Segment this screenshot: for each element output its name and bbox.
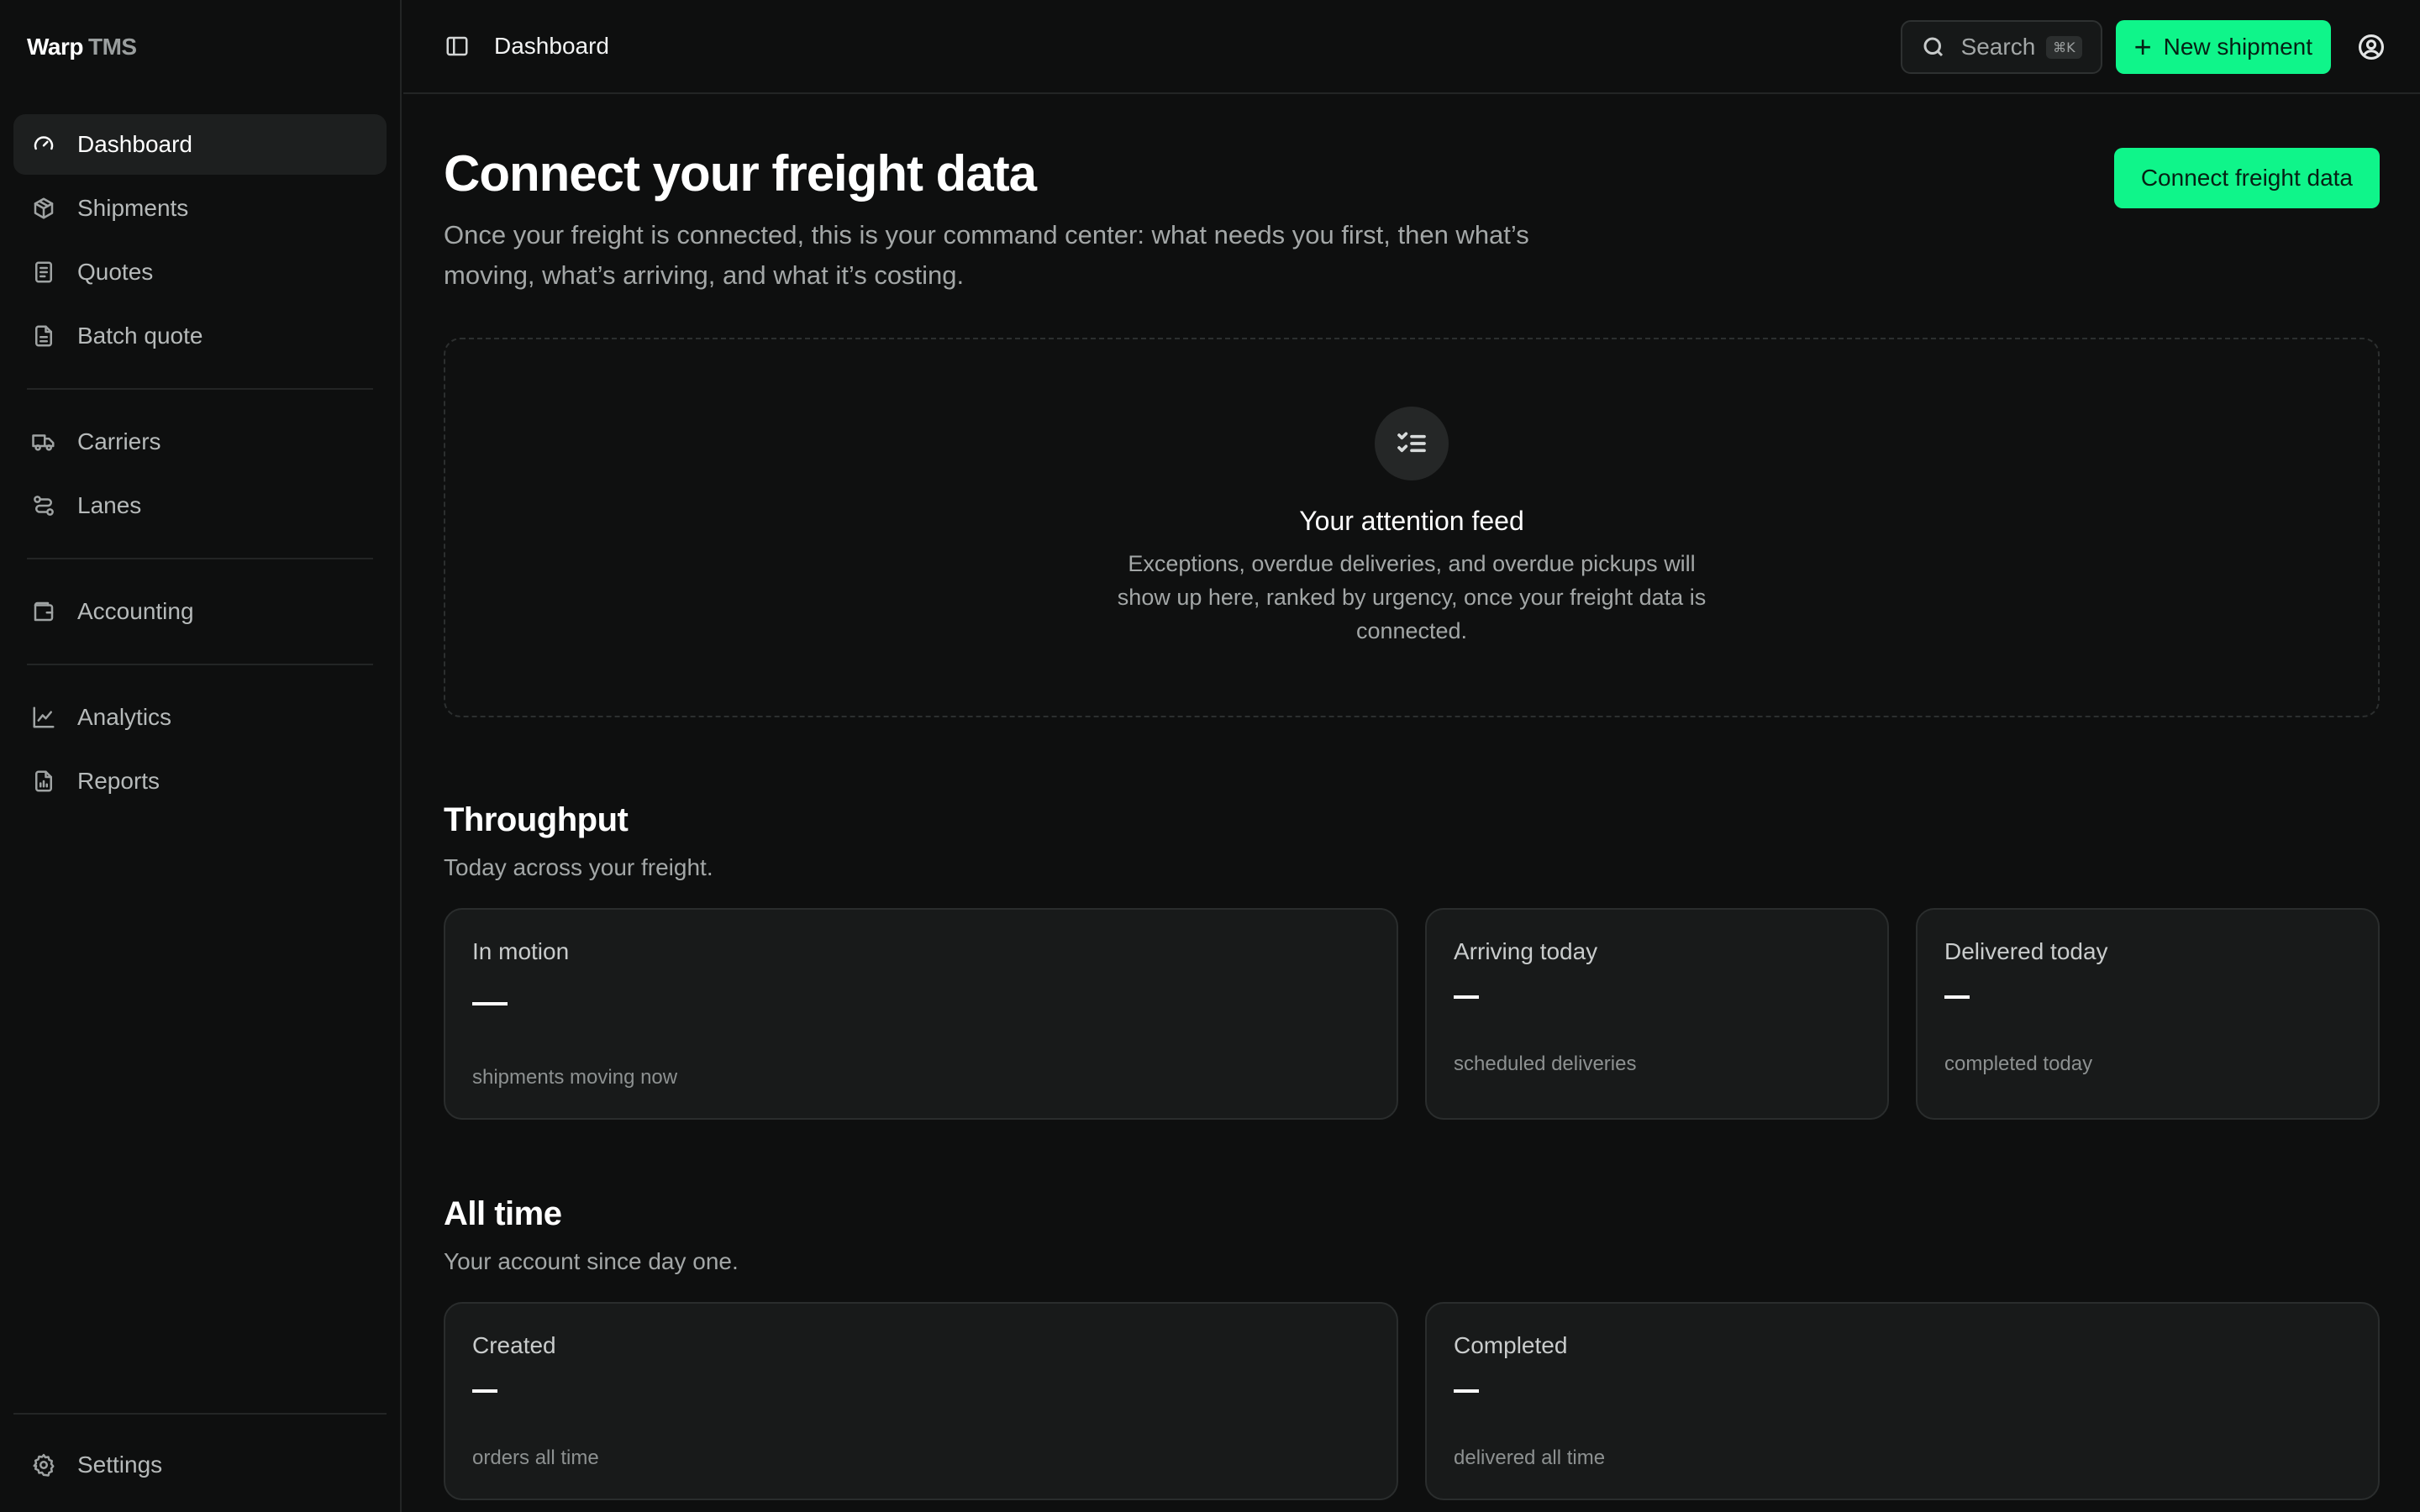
connect-freight-data-button[interactable]: Connect freight data: [2113, 148, 2380, 208]
sidebar-item-label: Carriers: [77, 428, 161, 454]
sidebar-divider: [27, 664, 373, 665]
line-chart-icon: [30, 704, 57, 731]
sidebar-divider: [27, 558, 373, 559]
new-shipment-button[interactable]: + New shipment: [2115, 20, 2331, 74]
section-subtitle: Your account since day one.: [444, 1248, 739, 1274]
sidebar-item-batch-quote[interactable]: Batch quote: [13, 306, 387, 366]
stat-note: scheduled deliveries: [1454, 1053, 1637, 1075]
attention-feed-empty-state: Your attention feed Exceptions, overdue …: [444, 338, 2380, 717]
brand-suffix: TMS: [87, 34, 137, 60]
stat-note: orders all time: [472, 1446, 599, 1469]
app-window: Warp TMS Dashboard Shipments Quotes Batc…: [0, 0, 2420, 1512]
package-icon: [30, 195, 57, 222]
stat-label: Delivered today: [1944, 938, 2108, 964]
stat-card-created: Created orders all time: [444, 1302, 1398, 1500]
all-time-section: All time Your account since day one. Cre…: [444, 1195, 2380, 1500]
stat-value-empty: [472, 1389, 497, 1393]
stat-note: delivered all time: [1454, 1446, 1606, 1469]
plus-icon: +: [2133, 29, 2152, 64]
search-button[interactable]: Search ⌘K: [1900, 20, 2102, 74]
sidebar-item-label: Batch quote: [77, 323, 203, 349]
file-chart-icon: [30, 768, 57, 795]
breadcrumb: Dashboard: [494, 33, 609, 59]
sidebar-item-shipments[interactable]: Shipments: [13, 178, 387, 239]
sidebar-item-label: Reports: [77, 768, 160, 794]
stat-label: Arriving today: [1454, 938, 1598, 964]
brand-name: Warp: [27, 34, 83, 60]
checklist-icon: [1375, 407, 1449, 480]
sidebar-item-label: Quotes: [77, 259, 154, 285]
top-actions: Search ⌘K + New shipment: [1900, 20, 2386, 74]
search-icon: [1923, 37, 1943, 57]
stat-note: shipments moving now: [472, 1066, 678, 1089]
sidebar-item-settings[interactable]: Settings: [13, 1435, 387, 1495]
gauge-icon: [30, 131, 57, 158]
sidebar-item-carriers[interactable]: Carriers: [13, 412, 387, 472]
toggle-sidebar-button[interactable]: [444, 33, 471, 60]
hero-section: Connect your freight data Once your frei…: [444, 94, 2380, 296]
section-subtitle: Today across your freight.: [444, 854, 713, 880]
stat-label: Completed: [1454, 1332, 1568, 1358]
user-avatar-icon: [2358, 34, 2385, 60]
wallet-icon: [30, 598, 57, 625]
stat-label: In motion: [472, 938, 570, 964]
throughput-cards: In motion shipments moving now Arriving …: [444, 908, 2380, 1120]
stat-note: completed today: [1944, 1053, 2093, 1075]
sidebar-item-quotes[interactable]: Quotes: [13, 242, 387, 302]
search-label: Search: [1960, 34, 2036, 60]
sidebar-item-label: Lanes: [77, 492, 142, 518]
stat-value-empty: [1454, 1389, 1479, 1393]
stat-value-empty: [1454, 995, 1479, 999]
gear-icon: [30, 1452, 57, 1478]
route-icon: [30, 492, 57, 519]
stat-card-delivered-today: Delivered today completed today: [1916, 908, 2380, 1120]
page-title: Connect your freight data: [444, 145, 1037, 202]
throughput-section: Throughput Today across your freight. In…: [444, 801, 2380, 1120]
stat-label: Created: [472, 1332, 556, 1358]
top-bar: Dashboard Search ⌘K + New shipment: [403, 0, 2420, 94]
stat-card-completed: Completed delivered all time: [1425, 1302, 2380, 1500]
truck-icon: [30, 428, 57, 455]
sidebar-divider: [27, 388, 373, 390]
sidebar-item-accounting[interactable]: Accounting: [13, 581, 387, 642]
stat-card-arriving-today: Arriving today scheduled deliveries: [1425, 908, 1889, 1120]
sidebar-item-label: Analytics: [77, 704, 172, 730]
sidebar-item-analytics[interactable]: Analytics: [13, 687, 387, 748]
sidebar-footer: Settings: [13, 1413, 387, 1512]
section-title: All time: [444, 1195, 562, 1232]
sidebar-item-reports[interactable]: Reports: [13, 751, 387, 811]
attention-feed-description: Exceptions, overdue deliveries, and over…: [1117, 551, 1707, 643]
stat-card-in-motion: In motion shipments moving now: [444, 908, 1398, 1120]
brand-logo[interactable]: Warp TMS: [0, 0, 400, 94]
receipt-icon: [30, 259, 57, 286]
attention-feed-title: Your attention feed: [1299, 506, 1524, 536]
search-shortcut-badge: ⌘K: [2046, 35, 2082, 59]
main-content: Connect your freight data Once your frei…: [444, 94, 2380, 1500]
all-time-cards: Created orders all time Completed delive…: [444, 1302, 2380, 1500]
file-list-icon: [30, 323, 57, 349]
sidebar: Warp TMS Dashboard Shipments Quotes Batc…: [0, 0, 402, 1512]
new-shipment-label: New shipment: [2163, 34, 2312, 60]
sidebar-item-label: Dashboard: [77, 131, 192, 157]
sidebar-item-label: Settings: [77, 1452, 163, 1478]
sidebar-item-label: Shipments: [77, 195, 189, 221]
sidebar-item-label: Accounting: [77, 598, 194, 624]
sidebar-item-dashboard[interactable]: Dashboard: [13, 114, 387, 175]
user-menu-button[interactable]: [2356, 32, 2386, 62]
sidebar-panel-icon: [446, 36, 468, 56]
stat-value-empty: [472, 1002, 508, 1005]
section-title: Throughput: [444, 801, 629, 838]
stat-value-empty: [1944, 995, 1970, 999]
page-description: Once your freight is connected, this is …: [444, 220, 1529, 290]
sidebar-nav: Dashboard Shipments Quotes Batch quote C…: [0, 94, 400, 811]
sidebar-item-lanes[interactable]: Lanes: [13, 475, 387, 536]
